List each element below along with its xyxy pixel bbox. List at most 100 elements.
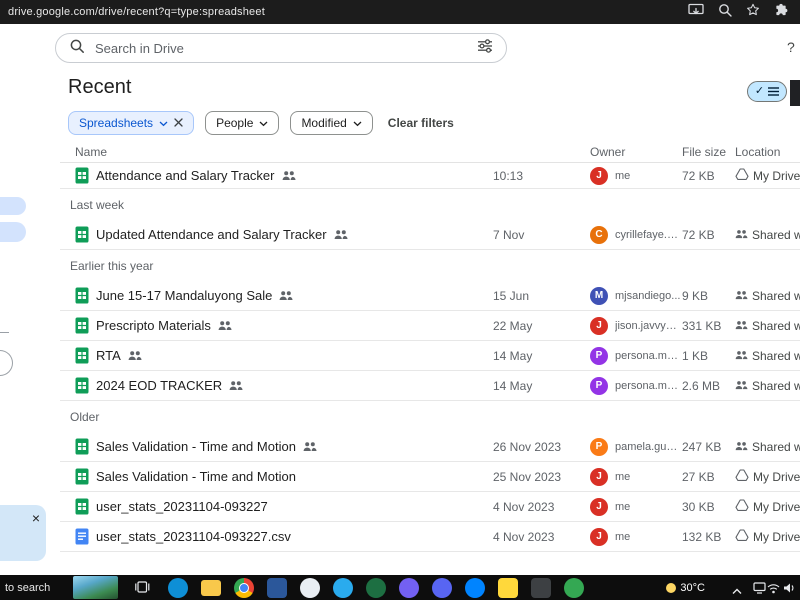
bookmark-star-icon[interactable] xyxy=(746,3,760,22)
file-row[interactable]: RTA 14 May P persona.mag... 1 KB Shared … xyxy=(60,341,800,371)
list-view-toggle[interactable]: ✓ xyxy=(747,81,787,102)
file-section: Last week Updated Attendance and Salary … xyxy=(60,189,800,250)
shared-folder-icon xyxy=(735,226,748,244)
file-size: 132 KB xyxy=(682,530,735,544)
location-cell[interactable]: Shared wi... xyxy=(735,226,800,244)
cast-icon[interactable] xyxy=(688,3,704,22)
file-size: 72 KB xyxy=(682,169,735,183)
owner-avatar: M xyxy=(590,287,608,305)
weather-widget[interactable] xyxy=(73,576,118,599)
tray-chevron-up-icon[interactable] xyxy=(732,582,742,600)
edge-icon[interactable] xyxy=(168,578,188,598)
help-icon[interactable]: ? xyxy=(787,39,799,55)
owner-cell: J me xyxy=(590,498,682,516)
filter-chip-modified[interactable]: Modified xyxy=(290,111,372,135)
my-drive-icon xyxy=(735,167,749,185)
owner-cell: J me xyxy=(590,468,682,486)
file-row[interactable]: user_stats_20231104-093227 4 Nov 2023 J … xyxy=(60,492,800,522)
word-icon[interactable] xyxy=(267,578,287,598)
owner-name: persona.mag... xyxy=(615,380,682,392)
file-name-cell: Sales Validation - Time and Motion xyxy=(60,438,493,455)
location-cell[interactable]: My Drive xyxy=(735,468,800,486)
extensions-puzzle-icon[interactable] xyxy=(774,3,788,22)
sidebar-cutoff-divider xyxy=(0,332,9,333)
tray-monitor-icon[interactable] xyxy=(753,581,766,599)
close-icon[interactable] xyxy=(174,116,183,130)
location-cell[interactable]: Shared wi... xyxy=(735,438,800,456)
meet-icon[interactable] xyxy=(564,578,584,598)
tray-volume-icon[interactable] xyxy=(783,581,796,599)
sidebar-cutoff-circle xyxy=(0,350,13,376)
url-text[interactable]: drive.google.com/drive/recent?q=type:spr… xyxy=(8,6,688,18)
location-cell[interactable]: Shared wi... xyxy=(735,377,800,395)
viber-icon[interactable] xyxy=(399,578,419,598)
telegram-icon[interactable] xyxy=(333,578,353,598)
discord-icon[interactable] xyxy=(432,578,452,598)
location-cell[interactable]: My Drive xyxy=(735,528,800,546)
location-name: My Drive xyxy=(753,530,800,544)
file-row[interactable]: June 15-17 Mandaluyong Sale 15 Jun M mjs… xyxy=(60,281,800,311)
screen: drive.google.com/drive/recent?q=type:spr… xyxy=(0,0,800,600)
filter-chip-people[interactable]: People xyxy=(205,111,279,135)
advanced-search-tune-icon[interactable] xyxy=(477,39,493,58)
section-label: Last week xyxy=(60,189,800,220)
task-view-icon[interactable] xyxy=(134,580,150,599)
location-cell[interactable]: Shared wi... xyxy=(735,347,800,365)
file-name-cell: Attendance and Salary Tracker xyxy=(60,167,493,184)
file-name-cell: Updated Attendance and Salary Tracker xyxy=(60,226,493,243)
owner-avatar: C xyxy=(590,226,608,244)
chip-label: Modified xyxy=(301,116,346,130)
google-sheets-icon xyxy=(75,226,89,243)
file-row[interactable]: Attendance and Salary Tracker 10:13 J me… xyxy=(60,163,800,189)
clear-filters-button[interactable]: Clear filters xyxy=(384,116,458,130)
shared-folder-icon xyxy=(735,347,748,365)
file-name: Updated Attendance and Salary Tracker xyxy=(96,227,327,242)
location-cell[interactable]: Shared wi... xyxy=(735,317,800,335)
shared-folder-icon xyxy=(735,377,748,395)
messenger-icon[interactable] xyxy=(465,578,485,598)
search-icon[interactable] xyxy=(718,3,732,22)
my-drive-icon xyxy=(735,498,749,516)
sticky-notes-icon[interactable] xyxy=(498,578,518,598)
file-row[interactable]: Sales Validation - Time and Motion 25 No… xyxy=(60,462,800,492)
owner-name: me xyxy=(615,471,630,483)
side-panel-edge xyxy=(790,80,800,106)
location-cell[interactable]: My Drive xyxy=(735,167,800,185)
excel-icon[interactable] xyxy=(366,578,386,598)
google-sheets-icon xyxy=(75,438,89,455)
temperature-label: 30°C xyxy=(680,582,705,594)
sun-icon xyxy=(666,583,676,593)
location-cell[interactable]: My Drive xyxy=(735,498,800,516)
close-icon[interactable]: × xyxy=(32,511,40,525)
owner-cell: J jison.javvy@... xyxy=(590,317,682,335)
file-row[interactable]: Prescripto Materials 22 May J jison.javv… xyxy=(60,311,800,341)
drive-search-bar[interactable]: Search in Drive xyxy=(55,33,507,63)
app-light-icon[interactable] xyxy=(300,578,320,598)
owner-cell: J me xyxy=(590,528,682,546)
google-sheets-icon xyxy=(75,287,89,304)
location-cell[interactable]: Shared wi... xyxy=(735,287,800,305)
file-explorer-icon[interactable] xyxy=(201,580,221,596)
file-row[interactable]: Sales Validation - Time and Motion 26 No… xyxy=(60,432,800,462)
file-name-cell: 2024 EOD TRACKER xyxy=(60,377,493,394)
owner-cell: P persona.mag... xyxy=(590,347,682,365)
chrome-icon[interactable] xyxy=(234,578,254,598)
column-header-name[interactable]: Name xyxy=(60,145,493,159)
modified-date: 14 May xyxy=(493,349,590,363)
owner-avatar: J xyxy=(590,468,608,486)
shared-folder-icon xyxy=(735,438,748,456)
file-row[interactable]: user_stats_20231104-093227.csv 4 Nov 202… xyxy=(60,522,800,552)
file-row[interactable]: 2024 EOD TRACKER 14 May P persona.mag...… xyxy=(60,371,800,401)
filter-chip-spreadsheets[interactable]: Spreadsheets xyxy=(68,111,194,135)
notification-toast[interactable]: × xyxy=(0,505,46,561)
obs-icon[interactable] xyxy=(531,578,551,598)
taskbar-search[interactable]: to search xyxy=(5,582,50,594)
page-title: Recent xyxy=(68,76,131,99)
owner-avatar: J xyxy=(590,167,608,185)
column-header-location: Location xyxy=(735,145,800,159)
browser-url-bar: drive.google.com/drive/recent?q=type:spr… xyxy=(0,0,800,24)
sidebar-cutoff-pill xyxy=(0,197,26,215)
tray-network-icon[interactable] xyxy=(767,581,780,599)
weather-temp[interactable]: 30°C xyxy=(666,575,705,600)
file-row[interactable]: Updated Attendance and Salary Tracker 7 … xyxy=(60,220,800,250)
